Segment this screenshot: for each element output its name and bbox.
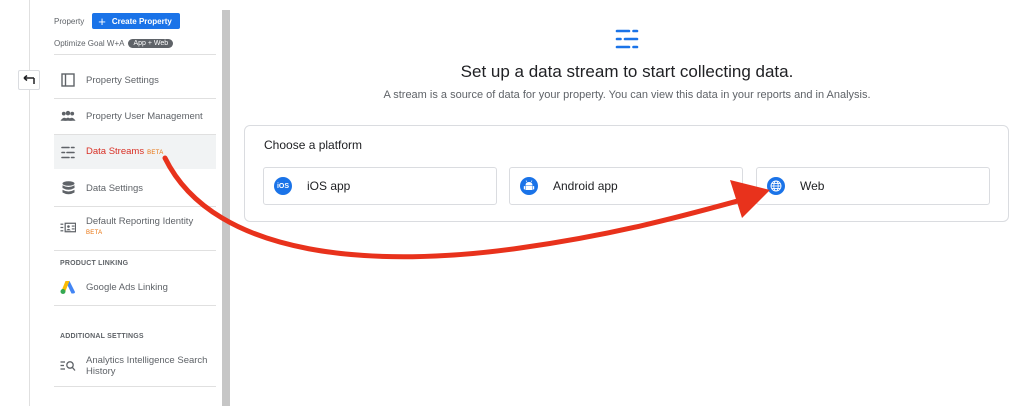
platform-ios-button[interactable]: iOS iOS app [263,167,497,205]
sidebar-item-label: Property Settings [86,74,159,86]
main-content: Set up a data stream to start collecting… [230,0,1024,406]
platform-card: Choose a platform iOS iOS app Android ap… [244,125,1009,222]
plus-icon: + [98,13,106,29]
page-subtitle: A stream is a source of data for your pr… [383,89,871,101]
sidebar-item-label: Analytics Intelligence Search History [86,355,208,377]
create-property-label: Create Property [111,16,172,26]
search-history-icon [60,358,76,374]
sidebar-item-search-history[interactable]: Analytics Intelligence Search History [54,347,216,385]
left-rail [0,0,44,406]
divider [54,54,216,55]
property-selector[interactable]: Optimize Goal W+A App + Web [54,39,174,48]
property-name: Optimize Goal W+A [54,39,125,48]
ios-icon-text: iOS [276,182,290,190]
globe-icon [767,177,785,195]
sidebar-item-property-settings[interactable]: Property Settings [54,63,216,97]
identity-card-icon [60,219,76,235]
property-row: Property + Create Property [54,13,180,29]
data-streams-icon [60,144,76,160]
ios-icon: iOS [274,177,292,195]
divider [54,250,216,251]
reporting-identity-text: Default Reporting Identity [86,215,194,227]
sidebar-item-label: Data Streams BETA [86,146,164,159]
divider [54,305,216,306]
admin-sidebar: Property + Create Property Optimize Goal… [44,0,222,406]
platform-android-button[interactable]: Android app [509,167,743,205]
section-heading-product-linking: PRODUCT LINKING [60,260,129,267]
users-icon [60,108,76,124]
sidebar-item-google-ads-linking[interactable]: Google Ads Linking [54,270,216,304]
data-streams-hero-icon [615,29,639,49]
back-arrow-icon [23,75,35,84]
section-heading-additional-settings: ADDITIONAL SETTINGS [60,333,144,340]
android-icon [520,177,538,195]
divider [54,206,216,207]
platform-label: iOS app [307,179,351,193]
platform-heading: Choose a platform [264,138,363,152]
platform-label: Web [800,179,825,193]
sidebar-item-data-streams[interactable]: Data Streams BETA [54,135,216,169]
create-property-button[interactable]: + Create Property [92,13,180,29]
property-settings-icon [60,72,76,88]
page-title: Set up a data stream to start collecting… [460,62,794,81]
sidebar-item-label: Default Reporting Identity BETA [86,216,193,239]
sidebar-item-label: Property User Management [86,110,203,122]
sidebar-item-reporting-identity[interactable]: Default Reporting Identity BETA [54,209,216,245]
property-type-badge: App + Web [128,39,174,48]
property-label: Property [54,16,85,26]
platform-label: Android app [553,179,618,193]
beta-badge: BETA [147,149,164,156]
sidebar-item-data-settings[interactable]: Data Settings [54,171,216,205]
sidebar-item-user-management[interactable]: Property User Management [54,99,216,133]
database-icon [60,180,76,196]
back-button[interactable] [18,70,40,90]
divider [54,386,216,387]
google-ads-icon [60,279,76,295]
sidebar-item-label: Google Ads Linking [86,281,168,293]
sidebar-item-label: Data Settings [86,182,144,194]
beta-badge: BETA [86,229,103,236]
platform-web-button[interactable]: Web [756,167,990,205]
data-streams-text: Data Streams [86,145,145,157]
sidebar-scrollbar[interactable] [222,10,230,406]
rail-divider [29,0,30,406]
